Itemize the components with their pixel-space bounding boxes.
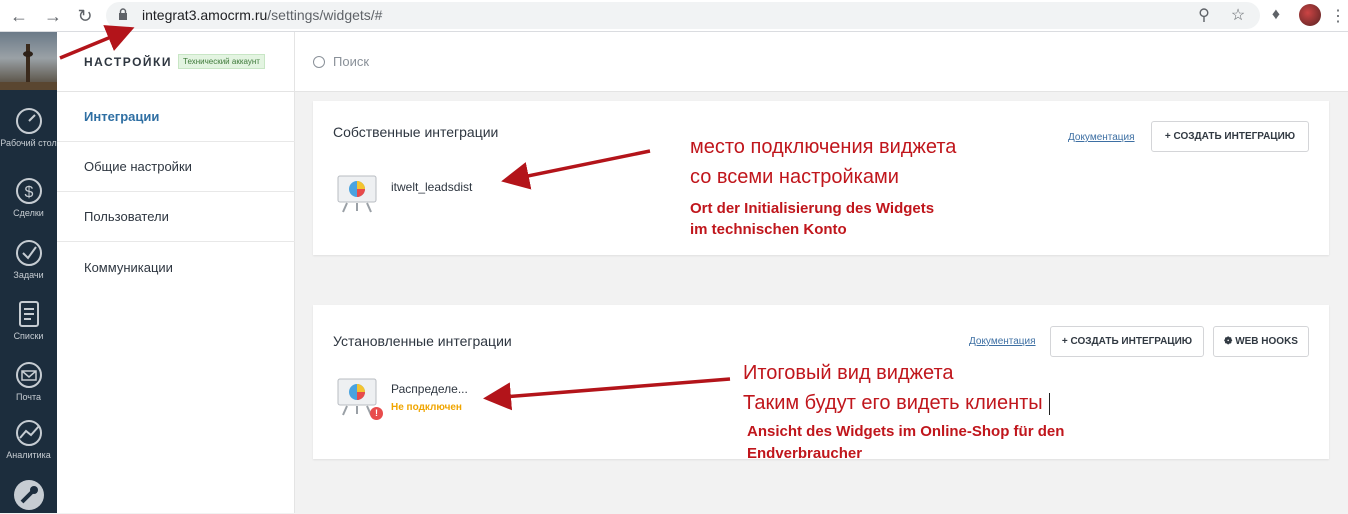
wrench-icon xyxy=(13,480,44,510)
browser-toolbar: ← → ↻ integrat3.amocrm.ru/settings/widge… xyxy=(0,0,1348,32)
settings-header: НАСТРОЙКИ Технический аккаунт xyxy=(57,32,295,92)
card-title: Собственные интеграции xyxy=(333,124,499,140)
settings-menu-users[interactable]: Пользователи xyxy=(57,192,295,242)
nav-label: Рабочий стол xyxy=(0,138,57,148)
search-input[interactable]: Поиск xyxy=(333,54,369,69)
settings-sidebar: НАСТРОЙКИ Технический аккаунт Интеграции… xyxy=(57,32,295,513)
nav-label: Задачи xyxy=(13,270,44,280)
widget-name[interactable]: Распределе... xyxy=(391,382,468,396)
url-path: /settings/widgets/# xyxy=(267,7,383,23)
annotation-installed-de-line2: Endverbraucher xyxy=(747,445,863,462)
svg-text:$: $ xyxy=(24,184,33,201)
annotation-installed-ru-line2: Таким будут его видеть клиенты xyxy=(743,389,1050,417)
annotation-own-de-line2: im technischen Konto xyxy=(690,221,847,238)
card-title: Установленные интеграции xyxy=(333,333,512,349)
annotation-installed-de-line1: Ansicht des Widgets im Online-Shop für d… xyxy=(747,423,1065,440)
nav-item-deals[interactable]: $ Сделки xyxy=(0,176,57,219)
settings-menu-integrations[interactable]: Интеграции xyxy=(57,92,295,142)
search-icon xyxy=(313,56,325,68)
back-arrow-icon[interactable]: ← xyxy=(8,5,30,27)
nav-item-analytics[interactable]: Аналитика xyxy=(0,418,57,461)
settings-menu-general[interactable]: Общие настройки xyxy=(57,142,295,192)
left-nav: Рабочий стол $ Сделки Задачи Списки Почт… xyxy=(0,32,57,513)
zoom-icon[interactable]: ⚲ xyxy=(1194,5,1214,25)
star-icon[interactable]: ☆ xyxy=(1228,5,1248,25)
annotation-text: Таким будут его видеть клиенты xyxy=(743,392,1043,414)
documentation-link[interactable]: Документация xyxy=(1068,132,1135,143)
text-cursor xyxy=(1048,392,1050,415)
widget-name[interactable]: itwelt_leadsdist xyxy=(391,180,472,194)
extensions-icon[interactable]: ♦ xyxy=(1266,6,1286,24)
profile-avatar[interactable] xyxy=(1299,4,1321,26)
menu-dots-icon[interactable]: ⋮ xyxy=(1328,6,1348,26)
url-text: integrat3.amocrm.ru/settings/widgets/# xyxy=(142,7,382,23)
address-bar[interactable]: integrat3.amocrm.ru/settings/widgets/# ⚲… xyxy=(106,2,1260,29)
nav-label: Почта xyxy=(16,392,41,402)
webhooks-icon: ❁ xyxy=(1224,336,1233,347)
nav-label: Списки xyxy=(13,331,44,341)
search-bar[interactable]: Поиск xyxy=(295,32,1348,92)
reload-icon[interactable]: ↻ xyxy=(74,5,96,27)
create-integration-button[interactable]: + СОЗДАТЬ ИНТЕГРАЦИЮ xyxy=(1151,121,1309,152)
webhooks-button[interactable]: ❁ WEB HOOKS xyxy=(1213,326,1309,357)
forward-arrow-icon[interactable]: → xyxy=(42,5,64,27)
nav-label: Аналитика xyxy=(6,450,51,460)
tech-account-badge: Технический аккаунт xyxy=(178,54,265,69)
nav-item-dashboard[interactable]: Рабочий стол xyxy=(0,106,57,149)
nav-item-lists[interactable]: Списки xyxy=(0,299,57,342)
documentation-link[interactable]: Документация xyxy=(969,336,1036,347)
annotation-own-de-line1: Ort der Initialisierung des Widgets xyxy=(690,200,935,217)
nav-label: Сделки xyxy=(13,208,44,218)
nav-item-mail[interactable]: Почта xyxy=(0,360,57,403)
nav-item-tasks[interactable]: Задачи xyxy=(0,238,57,281)
warning-icon: ! xyxy=(370,407,383,420)
settings-menu-communications[interactable]: Коммуникации xyxy=(57,243,295,293)
widget-status: Не подключен xyxy=(391,402,462,413)
webhooks-label: WEB HOOKS xyxy=(1235,336,1298,347)
widget-presentation-icon[interactable] xyxy=(335,173,379,213)
check-icon xyxy=(15,240,42,266)
lock-icon xyxy=(119,8,127,20)
account-avatar[interactable] xyxy=(0,32,57,90)
nav-item-settings[interactable] xyxy=(0,478,57,514)
create-integration-button[interactable]: + СОЗДАТЬ ИНТЕГРАЦИЮ xyxy=(1050,326,1204,357)
dashboard-icon xyxy=(15,108,42,134)
mail-icon xyxy=(15,362,42,388)
settings-title: НАСТРОЙКИ xyxy=(84,55,172,69)
annotation-own-ru-line2: со всеми настройками xyxy=(690,166,899,188)
analytics-icon xyxy=(15,420,42,446)
list-icon xyxy=(18,301,39,327)
annotation-installed-ru-line1: Итоговый вид виджета xyxy=(743,362,954,384)
dollar-icon: $ xyxy=(15,178,42,204)
annotation-own-ru-line1: место подключения виджета xyxy=(690,136,957,158)
url-host: integrat3.amocrm.ru xyxy=(142,7,268,23)
